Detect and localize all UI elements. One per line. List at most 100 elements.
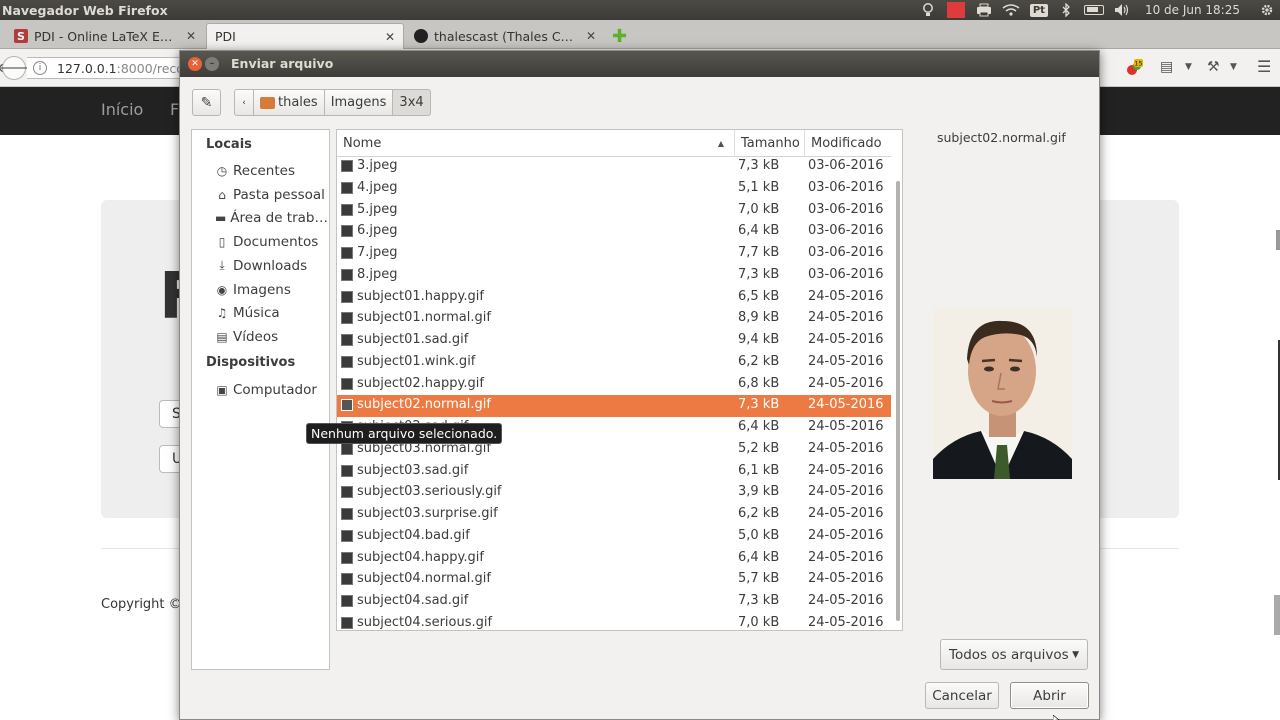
file-row[interactable]: 7.jpeg 7,7 kB 03-06-2016 bbox=[337, 243, 891, 265]
file-row[interactable]: subject03.sad.gif 6,1 kB 24-05-2016 bbox=[337, 461, 891, 483]
tab-label: thalescast (Thales C… bbox=[434, 28, 574, 44]
file-row[interactable]: 4.jpeg 5,1 kB 03-06-2016 bbox=[337, 178, 891, 200]
close-icon[interactable]: ✕ bbox=[385, 30, 395, 44]
path-crumb-home[interactable]: thales bbox=[253, 89, 325, 116]
file-row[interactable]: subject02.happy.gif 6,8 kB 24-05-2016 bbox=[337, 374, 891, 396]
browser-tab-strip: S PDI - Online LaTeX E… ✕ PDI ✕ thalesca… bbox=[0, 20, 1280, 49]
close-icon[interactable]: ✕ bbox=[188, 57, 202, 71]
column-header-name[interactable]: Nome ▲ bbox=[337, 130, 735, 157]
sidebar-item-label: Pasta pessoal bbox=[233, 186, 325, 203]
close-icon[interactable]: ✕ bbox=[586, 29, 596, 43]
sidebar-item-device-0[interactable]: ▣ Computador bbox=[214, 379, 328, 401]
file-row[interactable]: subject01.normal.gif 8,9 kB 24-05-2016 bbox=[337, 308, 891, 330]
volume-icon[interactable] bbox=[1109, 0, 1135, 20]
file-size: 5,0 kB bbox=[738, 527, 780, 543]
file-name: 6.jpeg bbox=[357, 223, 398, 239]
minimize-icon[interactable]: – bbox=[205, 57, 219, 71]
chevron-down-icon[interactable]: ▼ bbox=[1230, 62, 1237, 72]
printer-icon[interactable] bbox=[971, 0, 997, 20]
back-button[interactable]: 🡐 bbox=[0, 56, 31, 80]
file-row[interactable]: 8.jpeg 7,3 kB 03-06-2016 bbox=[337, 265, 891, 287]
file-row[interactable]: subject04.bad.gif 5,0 kB 24-05-2016 bbox=[337, 526, 891, 548]
file-type-filter-dropdown[interactable]: Todos os arquivos ▼ bbox=[940, 639, 1088, 670]
file-row[interactable]: subject04.normal.gif 5,7 kB 24-05-2016 bbox=[337, 569, 891, 591]
file-name: subject01.happy.gif bbox=[357, 288, 484, 304]
file-name: subject03.surprise.gif bbox=[357, 506, 498, 521]
open-button[interactable]: Abrir bbox=[1010, 682, 1089, 709]
dialog-title: Enviar arquivo bbox=[231, 56, 334, 71]
file-row[interactable]: 5.jpeg 7,0 kB 03-06-2016 bbox=[337, 200, 891, 222]
nav-link-inicio[interactable]: Início bbox=[101, 100, 143, 119]
tab-pdi[interactable]: PDI ✕ bbox=[206, 23, 404, 49]
image-file-icon bbox=[341, 247, 353, 259]
sidebar-item-7[interactable]: ▤ Vídeos bbox=[214, 326, 328, 348]
file-modified: 24-05-2016 bbox=[808, 506, 884, 521]
extension-icon[interactable]: 15 bbox=[1125, 59, 1143, 81]
file-row[interactable]: 6.jpeg 6,4 kB 03-06-2016 bbox=[337, 221, 891, 243]
nav-link-second[interactable]: F bbox=[170, 100, 179, 119]
sidebar-item-4[interactable]: ⤓ Downloads bbox=[214, 255, 328, 277]
file-row[interactable]: subject01.sad.gif 9,4 kB 24-05-2016 bbox=[337, 330, 891, 352]
file-size: 7,3 kB bbox=[738, 593, 780, 608]
tab-latex-editor[interactable]: S PDI - Online LaTeX E… ✕ bbox=[6, 23, 204, 49]
sidebar-item-label: Downloads bbox=[233, 257, 308, 274]
file-row[interactable]: subject04.happy.gif 6,4 kB 24-05-2016 bbox=[337, 548, 891, 570]
close-icon[interactable]: ✕ bbox=[186, 29, 196, 43]
red-indicator-icon[interactable] bbox=[946, 2, 965, 18]
file-modified: 24-05-2016 bbox=[808, 419, 884, 434]
wifi-icon[interactable] bbox=[997, 0, 1025, 20]
file-row[interactable]: subject01.wink.gif 6,2 kB 24-05-2016 bbox=[337, 352, 891, 374]
file-row[interactable]: subject03.seriously.gif 3,9 kB 24-05-2016 bbox=[337, 482, 891, 504]
file-row[interactable]: 3.jpeg 7,3 kB 03-06-2016 bbox=[337, 156, 891, 178]
filter-label: Todos os arquivos bbox=[949, 646, 1069, 663]
sidebar-item-3[interactable]: ▯ Documentos bbox=[214, 231, 328, 253]
sidebar-item-6[interactable]: ♫ Música bbox=[214, 302, 328, 324]
info-icon[interactable]: i bbox=[33, 61, 47, 75]
path-crumb-imagens[interactable]: Imagens bbox=[323, 89, 394, 116]
session-gear-icon[interactable] bbox=[1254, 0, 1280, 20]
clock[interactable]: 10 de Jun 18:25 bbox=[1135, 0, 1254, 20]
file-size: 7,0 kB bbox=[738, 614, 780, 630]
tab-thalescast[interactable]: thalescast (Thales C… ✕ bbox=[406, 23, 604, 49]
path-scroll-left-button[interactable]: ‹ bbox=[234, 89, 254, 116]
file-row-selected[interactable]: subject02.normal.gif 7,3 kB 24-05-2016 bbox=[337, 395, 891, 417]
file-name: 4.jpeg bbox=[357, 179, 398, 195]
file-name: subject04.bad.gif bbox=[357, 527, 470, 543]
hamburger-menu-icon[interactable]: ☰ bbox=[1257, 57, 1271, 76]
cancel-button[interactable]: Cancelar bbox=[925, 682, 999, 709]
preview-filename: subject02.normal.gif bbox=[937, 130, 1066, 145]
sidebar-item-label: Computador bbox=[233, 382, 317, 398]
file-modified: 03-06-2016 bbox=[808, 223, 884, 239]
file-row[interactable]: subject01.happy.gif 6,5 kB 24-05-2016 bbox=[337, 287, 891, 309]
column-label: Nome bbox=[343, 136, 382, 151]
clipboard-icon[interactable]: ▤ bbox=[1160, 59, 1173, 75]
file-row[interactable]: subject04.sad.gif 7,3 kB 24-05-2016 bbox=[337, 591, 891, 613]
file-list-scrollbar[interactable] bbox=[894, 156, 902, 630]
sidebar-item-1[interactable]: ⌂ Pasta pessoal bbox=[214, 184, 328, 206]
chevron-down-icon[interactable]: ▼ bbox=[1185, 62, 1192, 72]
file-modified: 24-05-2016 bbox=[808, 484, 884, 500]
lightbulb-icon[interactable] bbox=[915, 0, 941, 20]
sidebar-item-5[interactable]: ◉ Imagens bbox=[214, 279, 328, 301]
image-file-icon bbox=[341, 334, 353, 346]
tools-icon[interactable]: ⚒ bbox=[1207, 59, 1220, 75]
file-row[interactable]: subject03.surprise.gif 6,2 kB 24-05-2016 bbox=[337, 504, 891, 526]
file-modified: 03-06-2016 bbox=[808, 158, 884, 173]
column-label: Modificado bbox=[811, 136, 882, 151]
tab-label: PDI bbox=[215, 29, 236, 44]
bluetooth-icon[interactable] bbox=[1053, 0, 1079, 20]
path-crumb-current[interactable]: 3x4 bbox=[392, 89, 431, 116]
column-header-modified[interactable]: Modificado bbox=[805, 130, 891, 157]
sidebar-item-0[interactable]: ◷ Recentes bbox=[214, 160, 328, 182]
type-location-button[interactable]: ✎ bbox=[192, 89, 221, 116]
file-name: subject04.happy.gif bbox=[357, 549, 484, 565]
sidebar-item-2[interactable]: ▬ Área de trab… bbox=[214, 207, 328, 229]
file-row[interactable]: subject04.serious.gif 7,0 kB 24-05-2016 bbox=[337, 613, 891, 630]
image-file-icon bbox=[341, 399, 353, 412]
new-tab-plus-icon[interactable]: ✚ bbox=[612, 26, 627, 47]
column-header-size[interactable]: Tamanho bbox=[735, 130, 805, 157]
image-file-icon bbox=[341, 573, 353, 586]
scrollbar-thumb[interactable] bbox=[896, 181, 900, 621]
keyboard-language-indicator[interactable]: Pt bbox=[1025, 0, 1053, 20]
battery-icon[interactable] bbox=[1079, 0, 1109, 20]
